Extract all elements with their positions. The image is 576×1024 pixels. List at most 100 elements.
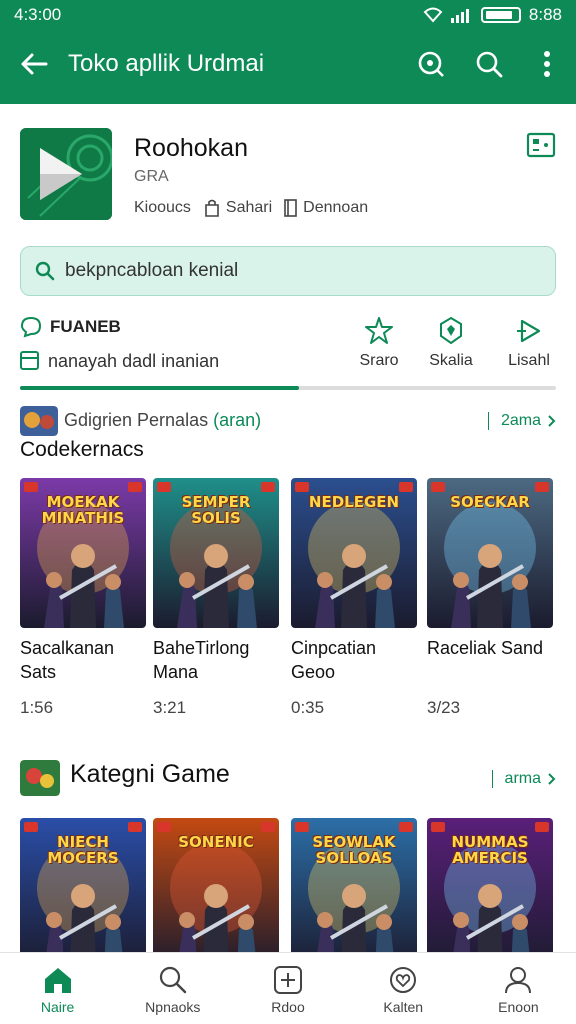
cover-title: SOECKAR <box>450 493 530 511</box>
filter-hint-text: nanayah dadl inanian <box>48 350 220 371</box>
status-bar: 4:3:00 8:88 <box>0 0 576 30</box>
cover-title: SEOWLAK SOLLOAS <box>312 833 396 867</box>
game-duration: 1:56 <box>20 698 54 717</box>
progress-fill <box>20 386 299 390</box>
game-cover[interactable]: SEMPER SOLIS <box>153 478 279 628</box>
game-cover[interactable]: MOEKAK MINATHIS <box>20 478 146 628</box>
more-label: 2ama <box>500 412 541 429</box>
chevron-right-icon <box>548 415 556 427</box>
game-cover[interactable]: SOECKAR <box>427 478 553 628</box>
game-card[interactable]: NUMMAS AMERCIS <box>427 818 553 968</box>
filter-button-lisahl[interactable]: Lisahl <box>498 316 560 370</box>
filter-hint[interactable]: nanayah dadl inanian <box>20 350 219 372</box>
scan-button[interactable] <box>402 36 460 92</box>
qr-scan-icon[interactable] <box>526 130 556 160</box>
signal-icon <box>450 9 469 23</box>
meta-category-label: Kiooucs <box>134 199 191 216</box>
game-cover[interactable]: NEDLEGEN <box>291 478 417 628</box>
person-icon <box>505 967 532 994</box>
cover-title: NIECH MOCERS <box>47 833 119 867</box>
star-burst-icon <box>365 317 393 344</box>
status-battery: 8:88 <box>528 5 562 24</box>
meta-rating: Sahari <box>203 198 272 218</box>
home-icon <box>44 968 71 993</box>
nav-label: Rdoo <box>271 999 305 1015</box>
game-title: Sacalkanan Sats <box>20 638 115 682</box>
cover-title: MOEKAK MINATHIS <box>41 493 125 527</box>
search-input[interactable]: bekpncabloan kenial <box>20 246 556 296</box>
game-title: BaheTirlong Mana <box>153 638 250 682</box>
game-card[interactable]: NIECH MOCERS <box>20 818 146 968</box>
toolbar-title: Toko apllik Urdmai <box>68 50 265 77</box>
filter-label: FUANEB <box>20 316 121 338</box>
game-card[interactable]: SONENIC <box>153 818 279 968</box>
chevron-right-icon <box>548 773 556 785</box>
nav-label: Npnaoks <box>145 999 201 1015</box>
section-title: Codekernacs <box>20 438 144 461</box>
game-cover[interactable]: SONENIC <box>153 818 279 968</box>
search-button[interactable] <box>460 36 518 92</box>
cover-title: SONENIC <box>178 833 254 851</box>
filter-button-skalia[interactable]: Skalia <box>420 316 482 370</box>
app-bar: 4:3:00 8:88 Toko apllik Urdmai <box>0 0 576 104</box>
nav-search[interactable]: Npnaoks <box>115 953 230 1024</box>
progress-track <box>20 386 556 390</box>
back-button[interactable] <box>0 36 68 92</box>
target-search-icon <box>418 51 444 77</box>
battery-icon <box>480 7 521 23</box>
badge-icon <box>440 316 462 345</box>
app-header: Roohokan GRA Kiooucs Sahari Dennoan <box>20 128 556 224</box>
section-header: Gdigrien Pernalas (aran) Codekernacs 2am… <box>20 406 556 470</box>
cover-title: SEMPER SOLIS <box>181 493 251 527</box>
nav-label: Kalten <box>383 999 424 1015</box>
section-subtitle: Gdigrien Pernalas (aran) <box>64 410 261 431</box>
nav-profile[interactable]: Enoon <box>461 953 576 1024</box>
nav-favorites[interactable]: Kalten <box>346 953 461 1024</box>
more-menu-button[interactable] <box>518 36 576 92</box>
nav-label: Naire <box>40 999 75 1015</box>
nav-home[interactable]: Naire <box>0 953 115 1024</box>
chat-bubble-icon <box>20 316 42 338</box>
game-card[interactable]: NEDLEGEN Cinpcatian Geoo 0:35 <box>291 478 417 718</box>
bag-icon <box>205 199 219 217</box>
toolbar: Toko apllik Urdmai <box>0 36 576 92</box>
filter-button-sraro[interactable]: Sraro <box>348 316 410 370</box>
section-subtitle-accent: (aran) <box>213 410 262 430</box>
meta-downloads: Dennoan <box>284 198 368 218</box>
heart-icon <box>390 967 417 993</box>
category-header: Kategni Game arma <box>20 760 556 800</box>
game-cover[interactable]: NUMMAS AMERCIS <box>427 818 553 968</box>
filter-row: FUANEB nanayah dadl inanian Sraro Skalia… <box>20 312 556 378</box>
game-duration: 0:35 <box>291 698 325 717</box>
search-icon <box>476 51 503 78</box>
app-meta: Kiooucs Sahari Dennoan <box>134 198 368 218</box>
category-more-link[interactable]: arma <box>491 770 556 788</box>
category-thumb <box>20 760 60 796</box>
more-label: arma <box>504 770 541 787</box>
game-duration: 3/23 <box>427 698 461 717</box>
app-icon[interactable] <box>20 128 112 220</box>
search-icon <box>159 966 186 994</box>
section-subtitle-text: Gdigrien Pernalas <box>64 410 209 430</box>
game-card[interactable]: SEOWLAK SOLLOAS <box>291 818 417 968</box>
meta-rating-label: Sahari <box>225 199 273 216</box>
add-box-icon <box>274 966 302 994</box>
more-vert-icon <box>544 51 550 77</box>
search-text: bekpncabloan kenial <box>65 260 239 281</box>
game-card[interactable]: MOEKAK MINATHIS Sacalkanan Sats 1:56 <box>20 478 146 718</box>
game-title: Cinpcatian Geoo <box>291 638 377 682</box>
status-time: 4:3:00 <box>14 5 62 24</box>
game-cover[interactable]: NIECH MOCERS <box>20 818 146 968</box>
wifi-icon <box>423 7 443 23</box>
category-title: Kategni Game <box>70 760 230 788</box>
filter-button-label: Sraro <box>359 352 399 369</box>
game-duration: 3:21 <box>153 698 187 717</box>
filter-button-label: Lisahl <box>508 352 550 369</box>
nav-add[interactable]: Rdoo <box>230 953 345 1024</box>
meta-downloads-label: Dennoan <box>303 199 369 216</box>
game-cover[interactable]: SEOWLAK SOLLOAS <box>291 818 417 968</box>
game-card[interactable]: SOECKAR Raceliak Sand 3/23 <box>427 478 553 718</box>
game-card[interactable]: SEMPER SOLIS BaheTirlong Mana 3:21 <box>153 478 279 718</box>
filter-label-text: FUANEB <box>50 317 121 336</box>
section-more-link[interactable]: 2ama <box>487 412 556 430</box>
